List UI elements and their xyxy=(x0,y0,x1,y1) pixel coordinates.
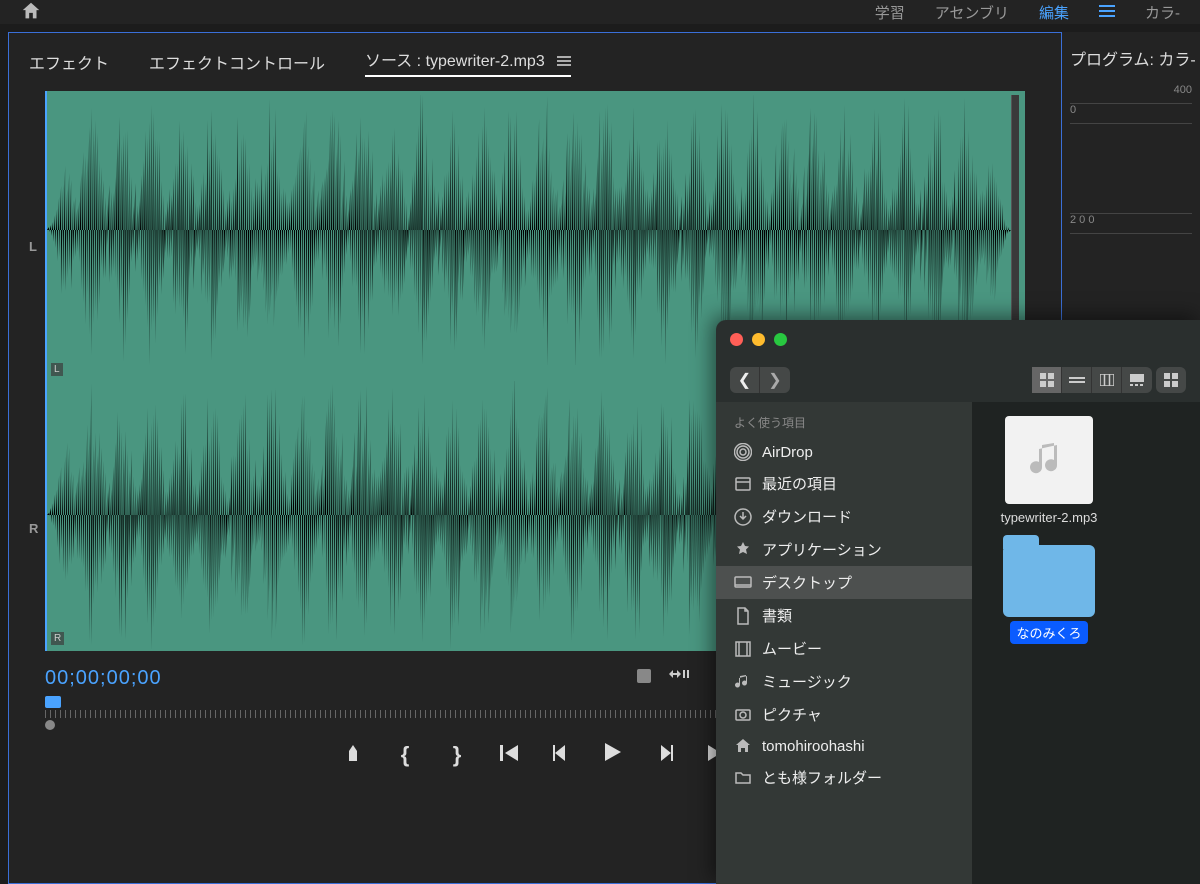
sidebar-item-5[interactable]: 書類 xyxy=(716,599,972,632)
tab-effect-controls[interactable]: エフェクトコントロール xyxy=(149,50,325,74)
sidebar-item-label: ダウンロード xyxy=(762,506,852,527)
tab-effects[interactable]: エフェクト xyxy=(29,50,109,74)
sidebar-item-label: ミュージック xyxy=(762,671,852,692)
ruler-tick: 2 0 0 xyxy=(1070,214,1192,234)
pictures-icon xyxy=(734,706,752,724)
tab-menu-icon[interactable] xyxy=(557,53,571,71)
minimize-button[interactable] xyxy=(752,333,765,346)
finder-file-area[interactable]: typewriter-2.mp3 なのみくろ xyxy=(972,402,1200,884)
sidebar-item-6[interactable]: ムービー xyxy=(716,632,972,665)
file-item-1[interactable]: なのみくろ xyxy=(986,545,1112,644)
sidebar-item-label: デスクトップ xyxy=(762,572,852,593)
insert-icon[interactable] xyxy=(669,667,691,690)
sidebar-item-8[interactable]: ピクチャ xyxy=(716,698,972,731)
file-label: typewriter-2.mp3 xyxy=(995,508,1104,527)
sidebar-item-7[interactable]: ミュージック xyxy=(716,665,972,698)
forward-button[interactable]: ❯ xyxy=(760,367,790,393)
zoom-handle[interactable] xyxy=(45,720,55,730)
channel-label-right: R xyxy=(29,521,38,536)
channel-label-left: L xyxy=(29,239,37,254)
nav-buttons: ❮ ❯ xyxy=(730,367,790,393)
sidebar-item-label: 最近の項目 xyxy=(762,473,837,494)
view-mode-segment xyxy=(1032,367,1152,393)
sidebar-item-label: とも様フォルダー xyxy=(762,767,882,788)
sidebar-item-label: アプリケーション xyxy=(762,539,882,560)
sidebar-item-4[interactable]: デスクトップ xyxy=(716,566,972,599)
group-button[interactable] xyxy=(1156,367,1186,393)
workspace-color[interactable]: カラ- xyxy=(1145,2,1180,23)
add-marker-button[interactable] xyxy=(339,742,367,768)
workspace-menu-icon[interactable] xyxy=(1099,4,1115,21)
workspace-assembly[interactable]: アセンブリ xyxy=(935,2,1009,23)
tab-source[interactable]: ソース : typewriter-2.mp3 xyxy=(365,47,571,77)
timecode[interactable]: 00;00;00;00 xyxy=(45,667,162,690)
home-icon xyxy=(734,737,752,755)
back-button[interactable]: ❮ xyxy=(730,367,760,393)
time-ruler[interactable] xyxy=(45,696,725,724)
playhead-marker[interactable] xyxy=(45,696,61,708)
file-item-0[interactable]: typewriter-2.mp3 xyxy=(986,416,1112,527)
settings-icon[interactable] xyxy=(635,667,653,690)
sidebar-item-label: ピクチャ xyxy=(762,704,822,725)
program-title: プログラム: カラ- xyxy=(1062,32,1200,84)
sidebar-item-2[interactable]: ダウンロード xyxy=(716,500,972,533)
sidebar-item-0[interactable]: AirDrop xyxy=(716,437,972,467)
workspace-edit[interactable]: 編集 xyxy=(1039,2,1069,23)
sidebar-item-1[interactable]: 最近の項目 xyxy=(716,467,972,500)
music-icon xyxy=(734,673,752,691)
folder-icon xyxy=(734,769,752,787)
sidebar-item-label: ムービー xyxy=(762,638,822,659)
step-back-button[interactable] xyxy=(547,742,575,768)
sidebar-item-label: AirDrop xyxy=(762,444,813,461)
home-icon[interactable] xyxy=(20,0,44,24)
close-button[interactable] xyxy=(730,333,743,346)
column-view-button[interactable] xyxy=(1092,367,1122,393)
program-ruler: 400 0 2 0 0 xyxy=(1062,84,1200,234)
applications-icon xyxy=(734,541,752,559)
mark-out-button[interactable]: } xyxy=(443,742,471,768)
finder-titlebar[interactable] xyxy=(716,320,1200,358)
file-label: なのみくろ xyxy=(1010,621,1087,644)
finder-toolbar: ❮ ❯ xyxy=(716,358,1200,402)
ruler-tick: 400 xyxy=(1070,84,1192,104)
traffic-lights xyxy=(730,333,787,346)
ruler-tick: 0 xyxy=(1070,104,1192,124)
finder-sidebar: よく使う項目 AirDrop 最近の項目ダウンロードアプリケーションデスクトップ書… xyxy=(716,402,972,884)
sidebar-item-label: tomohiroohashi xyxy=(762,738,865,755)
icon-view-button[interactable] xyxy=(1032,367,1062,393)
airdrop-icon xyxy=(734,443,752,461)
folder-icon xyxy=(1003,545,1095,617)
panel-tabs: エフェクト エフェクトコントロール ソース : typewriter-2.mp3 xyxy=(9,33,1061,91)
finder-window: ❮ ❯ よく使う項目 AirDrop 最近の項目ダウンロードアプリケーションデスク… xyxy=(716,320,1200,884)
audio-file-icon xyxy=(1005,416,1093,504)
play-button[interactable] xyxy=(599,742,627,768)
workspace-tabs: 学習 アセンブリ 編集 カラ- xyxy=(875,0,1200,24)
sidebar-item-10[interactable]: とも様フォルダー xyxy=(716,761,972,794)
list-view-button[interactable] xyxy=(1062,367,1092,393)
step-forward-button[interactable] xyxy=(651,742,679,768)
workspace-learn[interactable]: 学習 xyxy=(875,2,905,23)
maximize-button[interactable] xyxy=(774,333,787,346)
ruler-track xyxy=(45,710,725,718)
tab-source-label: ソース : typewriter-2.mp3 xyxy=(365,53,545,70)
recents-icon xyxy=(734,475,752,493)
downloads-icon xyxy=(734,508,752,526)
gallery-view-button[interactable] xyxy=(1122,367,1152,393)
documents-icon xyxy=(734,607,752,625)
movies-icon xyxy=(734,640,752,658)
finder-body: よく使う項目 AirDrop 最近の項目ダウンロードアプリケーションデスクトップ書… xyxy=(716,402,1200,884)
sidebar-item-label: 書類 xyxy=(762,605,792,626)
sidebar-item-9[interactable]: tomohiroohashi xyxy=(716,731,972,761)
sidebar-header-favorites: よく使う項目 xyxy=(716,408,972,437)
desktop-icon xyxy=(734,574,752,592)
sidebar-item-3[interactable]: アプリケーション xyxy=(716,533,972,566)
mark-in-button[interactable]: { xyxy=(391,742,419,768)
ruler-tick xyxy=(1070,124,1192,214)
top-bar: 学習 アセンブリ 編集 カラ- xyxy=(0,0,1200,24)
go-to-in-button[interactable] xyxy=(495,742,523,768)
